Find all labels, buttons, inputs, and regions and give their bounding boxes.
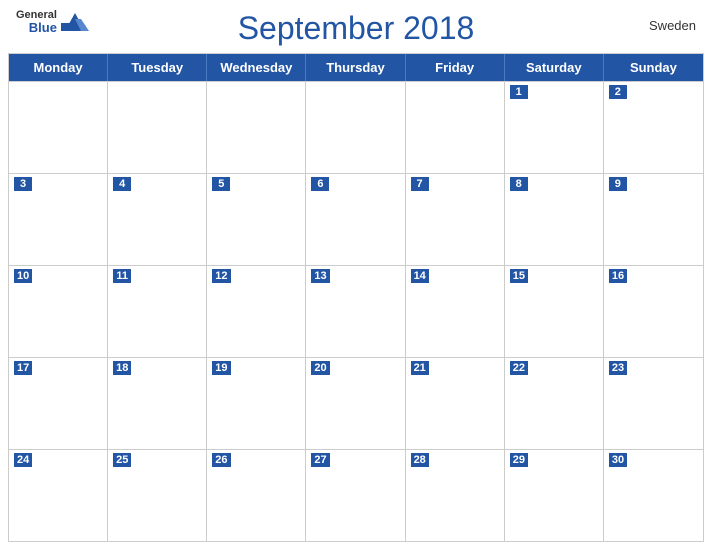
day-cell: 14 xyxy=(406,266,505,357)
day-number: 5 xyxy=(212,177,230,191)
day-cell: 7 xyxy=(406,174,505,265)
day-cell: 8 xyxy=(505,174,604,265)
day-cell: 5 xyxy=(207,174,306,265)
day-cell: 25 xyxy=(108,450,207,541)
day-number: 12 xyxy=(212,269,230,283)
day-number: 26 xyxy=(212,453,230,467)
day-cell xyxy=(306,82,405,173)
country-label: Sweden xyxy=(649,18,696,33)
calendar-header: General Blue September 2018 Sweden xyxy=(0,0,712,53)
day-number: 23 xyxy=(609,361,627,375)
day-number: 25 xyxy=(113,453,131,467)
day-number: 30 xyxy=(609,453,627,467)
weeks-container: 1234567891011121314151617181920212223242… xyxy=(9,81,703,541)
day-number: 17 xyxy=(14,361,32,375)
day-number: 14 xyxy=(411,269,429,283)
week-row-3: 10 11 12 13 14 15 16 xyxy=(9,265,703,357)
day-number: 2 xyxy=(609,85,627,99)
day-cell: 22 xyxy=(505,358,604,449)
day-number: 22 xyxy=(510,361,528,375)
header-wednesday: Wednesday xyxy=(207,54,306,81)
day-cell: 29 xyxy=(505,450,604,541)
day-cell: 20 xyxy=(306,358,405,449)
day-cell: 19 xyxy=(207,358,306,449)
day-cell xyxy=(207,82,306,173)
day-headers: Monday Tuesday Wednesday Thursday Friday… xyxy=(9,54,703,81)
day-number: 15 xyxy=(510,269,528,283)
day-cell xyxy=(9,82,108,173)
day-number: 8 xyxy=(510,177,528,191)
logo: General Blue xyxy=(16,10,89,34)
day-cell: 6 xyxy=(306,174,405,265)
day-cell: 28 xyxy=(406,450,505,541)
week-row-4: 17 18 19 20 21 22 23 xyxy=(9,357,703,449)
logo-icon xyxy=(61,13,89,31)
day-cell: 4 xyxy=(108,174,207,265)
day-cell: 16 xyxy=(604,266,703,357)
day-number: 3 xyxy=(14,177,32,191)
day-cell: 27 xyxy=(306,450,405,541)
day-cell: 10 xyxy=(9,266,108,357)
day-number: 11 xyxy=(113,269,131,283)
day-number: 24 xyxy=(14,453,32,467)
day-cell xyxy=(108,82,207,173)
day-cell: 26 xyxy=(207,450,306,541)
day-cell: 13 xyxy=(306,266,405,357)
header-monday: Monday xyxy=(9,54,108,81)
day-number: 28 xyxy=(411,453,429,467)
day-number: 10 xyxy=(14,269,32,283)
day-cell xyxy=(406,82,505,173)
day-number: 16 xyxy=(609,269,627,283)
header-tuesday: Tuesday xyxy=(108,54,207,81)
header-saturday: Saturday xyxy=(505,54,604,81)
day-cell: 23 xyxy=(604,358,703,449)
day-number: 29 xyxy=(510,453,528,467)
day-cell: 15 xyxy=(505,266,604,357)
day-cell: 12 xyxy=(207,266,306,357)
day-number: 19 xyxy=(212,361,230,375)
day-number: 9 xyxy=(609,177,627,191)
logo-blue: Blue xyxy=(29,21,57,34)
day-number: 13 xyxy=(311,269,329,283)
day-cell: 1 xyxy=(505,82,604,173)
week-row-2: 3 4 5 6 7 8 9 xyxy=(9,173,703,265)
day-cell: 21 xyxy=(406,358,505,449)
day-number: 27 xyxy=(311,453,329,467)
day-cell: 9 xyxy=(604,174,703,265)
week-row-1: 12 xyxy=(9,81,703,173)
day-cell: 18 xyxy=(108,358,207,449)
day-number: 1 xyxy=(510,85,528,99)
header-thursday: Thursday xyxy=(306,54,405,81)
day-cell: 3 xyxy=(9,174,108,265)
day-cell: 17 xyxy=(9,358,108,449)
day-cell: 2 xyxy=(604,82,703,173)
day-number: 20 xyxy=(311,361,329,375)
header-friday: Friday xyxy=(406,54,505,81)
day-cell: 11 xyxy=(108,266,207,357)
day-number: 7 xyxy=(411,177,429,191)
day-number: 21 xyxy=(411,361,429,375)
day-cell: 30 xyxy=(604,450,703,541)
day-number: 4 xyxy=(113,177,131,191)
calendar: Monday Tuesday Wednesday Thursday Friday… xyxy=(8,53,704,542)
week-row-5: 24 25 26 27 28 29 30 xyxy=(9,449,703,541)
month-title: September 2018 xyxy=(238,10,475,47)
header-sunday: Sunday xyxy=(604,54,703,81)
day-number: 18 xyxy=(113,361,131,375)
day-cell: 24 xyxy=(9,450,108,541)
day-number: 6 xyxy=(311,177,329,191)
